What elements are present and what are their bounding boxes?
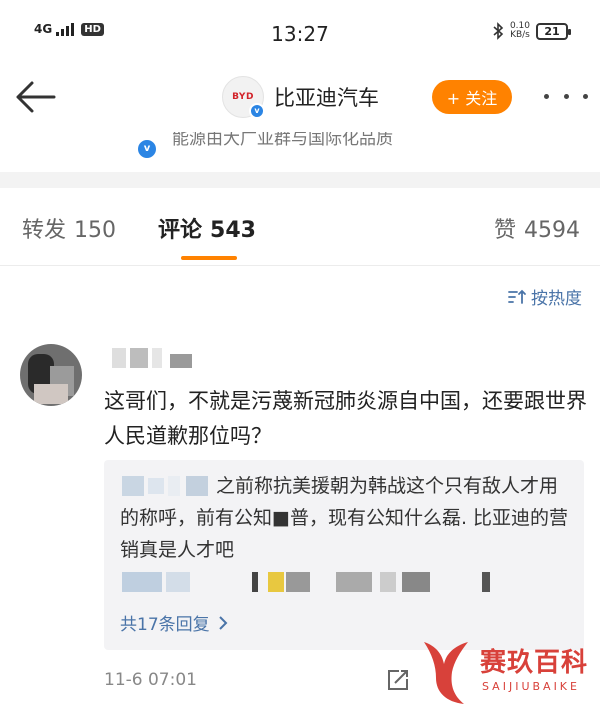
post-content-cutoff: v 能源由大广亚群与国际化品质 (0, 132, 600, 172)
tab-repost[interactable]: 转发 150 (22, 212, 116, 244)
reply-blurred-line (122, 572, 502, 594)
follow-button[interactable]: + 关注 (432, 80, 512, 114)
more-options-icon[interactable] (544, 86, 588, 106)
fish-tail-logo-icon (424, 642, 468, 704)
tab-likes-label: 赞 (493, 218, 516, 243)
nav-bar: BYD v 比亚迪汽车 + 关注 (0, 66, 600, 132)
username-blurred[interactable] (112, 348, 192, 370)
comment-timestamp: 11-6 07:01 (104, 670, 197, 690)
sort-by-hot-button[interactable]: 按热度 (507, 284, 582, 309)
back-arrow-icon (16, 81, 56, 113)
bluetooth-icon (493, 22, 504, 40)
comment-text: 这哥们，不就是污蔑新冠肺炎源自中国，还要跟世界人民道歉那位吗？ (104, 389, 587, 448)
reply-text: 之前称抗美援朝为韩战这个只有敌人才用的称呼，前有公知■普，现有公知什么磊. 比亚… (120, 475, 569, 561)
tab-likes[interactable]: 赞 4594 (494, 212, 580, 244)
verified-icon: v (136, 138, 158, 160)
tab-repost-label: 转发 (22, 218, 67, 243)
sort-row: 按热度 (0, 282, 600, 316)
watermark-name: 赛玖百科 (480, 648, 589, 678)
watermark: 赛玖百科 SAIJIUBAIKE (418, 636, 600, 708)
tab-repost-count: 150 (74, 218, 117, 243)
account-header[interactable]: BYD v 比亚迪汽车 (222, 76, 379, 119)
sort-lines-icon (508, 289, 526, 304)
tab-comments[interactable]: 评论 543 (158, 212, 256, 244)
share-icon[interactable] (386, 668, 410, 692)
avatar[interactable] (20, 344, 82, 406)
account-name[interactable]: 比亚迪汽车 (274, 82, 379, 112)
tab-comments-count: 543 (210, 218, 256, 243)
more-replies-link[interactable]: 共17条回复 (120, 610, 228, 635)
post-text-fragment: 能源由大广亚群与国际化品质 (172, 132, 393, 149)
byd-logo: BYD (232, 92, 254, 102)
active-tab-indicator (181, 256, 237, 260)
back-button[interactable] (12, 78, 58, 116)
verified-icon: v (249, 103, 265, 119)
reply-preview[interactable]: 之前称抗美援朝为韩战这个只有敌人才用的称呼，前有公知■普，现有公知什么磊. 比亚… (104, 460, 584, 650)
battery-icon: 21 (536, 22, 571, 40)
status-bar: 4G HD 13:27 0.10 KB/s 21 (0, 0, 600, 66)
more-replies-label: 共17条回复 (120, 615, 210, 635)
system-indicators: 0.10 KB/s 21 (492, 22, 571, 40)
network-speed-unit: KB/s (510, 30, 530, 40)
tab-likes-count: 4594 (524, 218, 580, 243)
section-divider (0, 172, 600, 188)
account-avatar[interactable]: BYD v (222, 76, 265, 119)
tab-comments-label: 评论 (158, 218, 203, 243)
sort-label: 按热度 (531, 289, 582, 309)
interaction-tabs: 转发 150 评论 543 赞 4594 (0, 188, 600, 266)
watermark-subtitle: SAIJIUBAIKE (482, 680, 580, 693)
chevron-right-icon (218, 615, 228, 630)
network-speed: 0.10 KB/s (510, 22, 530, 40)
